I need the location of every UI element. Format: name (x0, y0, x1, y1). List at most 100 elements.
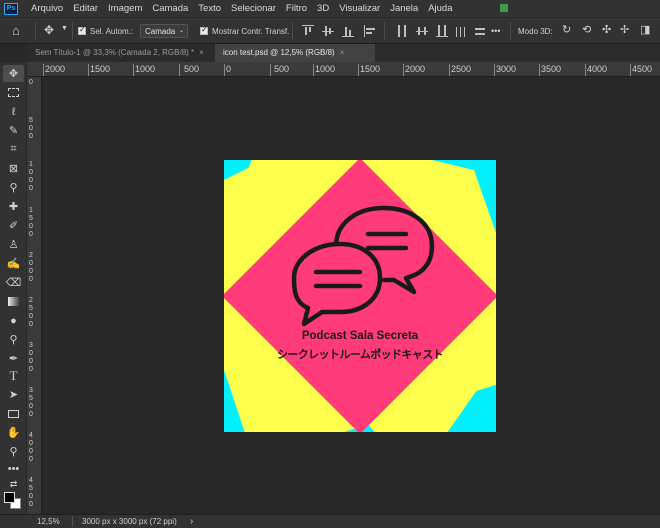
roll-3d-icon[interactable]: ⟲ (582, 23, 591, 36)
blur-tool-icon[interactable]: ● (3, 312, 24, 329)
options-bar: ⌂ ✥ ▼ Sel. Autom.: Camada ⌄ Mostrar Cont… (0, 17, 660, 44)
dodge-tool-icon[interactable]: ⚲ (3, 331, 24, 348)
home-icon[interactable]: ⌂ (12, 23, 20, 38)
pen-tool-icon[interactable]: ✒ (3, 350, 24, 367)
path-select-icon[interactable]: ➤ (3, 386, 24, 403)
document-tabs: Sem Título-1 @ 33,3% (Camada 2, RGB/8) *… (27, 44, 660, 62)
ruler-label: 2000 (405, 64, 426, 74)
window-indicator (500, 4, 508, 12)
auto-select-value: Camada (145, 27, 176, 36)
menu-janela[interactable]: Janela (385, 3, 423, 14)
menu-selecionar[interactable]: Selecionar (226, 3, 281, 14)
mode-3d-label: Modo 3D: (518, 27, 553, 36)
divider (292, 22, 293, 40)
ruler-label: 1 0 0 0 (29, 161, 33, 192)
menu-3d[interactable]: 3D (312, 3, 334, 14)
move-tool-icon[interactable]: ✥ (44, 23, 54, 37)
document-canvas[interactable]: Podcast Sala Secreta シークレットルームポッドキャスト (224, 160, 496, 432)
show-transform-label: Mostrar Contr. Transf. (212, 27, 290, 36)
auto-select-label: Sel. Autom.: (90, 27, 134, 36)
divider (72, 516, 73, 527)
tools-panel: ✥ ℓ ✎ ⌗ ⊠ ⚲ ✚ ✐ ♙ ✍ ⌫ ● ⚲ ✒ T ➤ ✋ ⚲ ••• … (0, 62, 27, 514)
eyedropper-tool-icon[interactable]: ⚲ (3, 179, 24, 196)
ruler-label: 2500 (451, 64, 472, 74)
ruler-label: 2000 (45, 64, 66, 74)
ruler-label: 4000 (587, 64, 608, 74)
ruler-label: 4 0 0 0 (29, 432, 33, 463)
auto-select-dropdown[interactable]: Camada ⌄ (140, 24, 188, 38)
ruler-label: 4500 (632, 64, 653, 74)
menu-ajuda[interactable]: Ajuda (423, 3, 457, 14)
chevron-down-icon[interactable]: ▼ (61, 25, 68, 32)
foreground-color-swatch[interactable] (4, 492, 15, 503)
menu-editar[interactable]: Editar (68, 3, 103, 14)
menu-texto[interactable]: Texto (193, 3, 226, 14)
healing-brush-icon[interactable]: ✚ (3, 198, 24, 215)
artwork-subtitle: シークレットルームポッドキャスト (276, 348, 444, 361)
hand-tool-icon[interactable]: ✋ (3, 424, 24, 441)
slide-3d-icon[interactable]: ✢ (620, 23, 629, 36)
menu-bar: Ps Arquivo Editar Imagem Camada Texto Se… (0, 0, 660, 17)
ruler-label: 3000 (496, 64, 517, 74)
close-icon[interactable]: × (199, 48, 204, 57)
align-top-icon[interactable] (302, 25, 314, 37)
distribute-vcenter-icon[interactable] (416, 25, 428, 37)
more-tools-icon[interactable]: ••• (3, 460, 24, 477)
distribute-bottom-icon[interactable] (436, 25, 448, 37)
type-tool-icon[interactable]: T (3, 367, 24, 384)
zoom-tool-icon[interactable]: ⚲ (3, 443, 24, 460)
ruler-label: 0 (226, 64, 232, 74)
clone-stamp-icon[interactable]: ♙ (3, 236, 24, 253)
artwork-title: Podcast Sala Secreta (301, 330, 419, 342)
lasso-tool-icon[interactable]: ℓ (3, 103, 24, 120)
orbit-3d-icon[interactable]: ↻ (562, 23, 571, 36)
ruler-label: 1500 (360, 64, 381, 74)
divider (510, 22, 511, 40)
horizontal-ruler: 2000 1500 1000 500 0 500 1000 1500 2000 … (27, 62, 660, 77)
ruler-label: 3500 (541, 64, 562, 74)
menu-imagem[interactable]: Imagem (103, 3, 147, 14)
pan-3d-icon[interactable]: ✣ (602, 23, 611, 36)
menu-visualizar[interactable]: Visualizar (334, 3, 385, 14)
brush-tool-icon[interactable]: ✐ (3, 217, 24, 234)
distribute-top-icon[interactable] (396, 25, 408, 37)
ruler-label: 1000 (135, 64, 156, 74)
eraser-tool-icon[interactable]: ⌫ (3, 274, 24, 291)
edit-toolbar-icon[interactable]: ⇄ (3, 476, 24, 493)
distribute-left-icon[interactable] (456, 25, 468, 37)
show-transform-checkbox[interactable] (200, 25, 208, 35)
ruler-label: 1 5 0 0 (29, 207, 33, 238)
vertical-ruler: 0 5 0 0 1 0 0 0 1 5 0 0 2 0 0 0 2 5 0 0 … (27, 77, 42, 514)
zoom-level[interactable]: 12,5% (37, 517, 60, 526)
ruler-label: 3 0 0 0 (29, 342, 33, 373)
frame-tool-icon[interactable]: ⊠ (3, 160, 24, 177)
rectangle-tool-icon[interactable] (3, 405, 24, 422)
tab-sem-titulo[interactable]: Sem Título-1 @ 33,3% (Camada 2, RGB/8) *… (27, 44, 212, 62)
tab-label: Sem Título-1 @ 33,3% (Camada 2, RGB/8) * (35, 48, 195, 57)
marquee-tool-icon[interactable] (3, 84, 24, 101)
ruler-label: 500 (184, 64, 200, 74)
ruler-label: 2 5 0 0 (29, 297, 33, 328)
align-vcenter-icon[interactable] (322, 25, 334, 37)
align-left-icon[interactable] (364, 25, 376, 37)
menu-arquivo[interactable]: Arquivo (26, 3, 68, 14)
align-bottom-icon[interactable] (342, 25, 354, 37)
chevron-down-icon: ⌄ (178, 28, 184, 34)
gradient-tool-icon[interactable] (3, 293, 24, 310)
close-icon[interactable]: × (340, 48, 345, 57)
move-tool-icon[interactable]: ✥ (3, 65, 24, 82)
tab-icon-test[interactable]: icon test.psd @ 12,5% (RGB/8) × (215, 44, 375, 62)
scale-3d-icon[interactable]: ◨ (640, 23, 650, 36)
quick-select-tool-icon[interactable]: ✎ (3, 122, 24, 139)
crop-tool-icon[interactable]: ⌗ (3, 141, 24, 158)
more-options-icon[interactable]: ••• (491, 26, 500, 36)
distribute-hcenter-icon[interactable] (474, 25, 486, 37)
menu-filtro[interactable]: Filtro (281, 3, 312, 14)
ruler-label: 500 (274, 64, 290, 74)
history-brush-icon[interactable]: ✍ (3, 255, 24, 272)
ruler-label: 1500 (90, 64, 111, 74)
tab-label: icon test.psd @ 12,5% (RGB/8) (223, 48, 335, 57)
chevron-right-icon[interactable]: › (190, 516, 193, 527)
menu-camada[interactable]: Camada (147, 3, 193, 14)
auto-select-checkbox[interactable] (78, 25, 86, 35)
